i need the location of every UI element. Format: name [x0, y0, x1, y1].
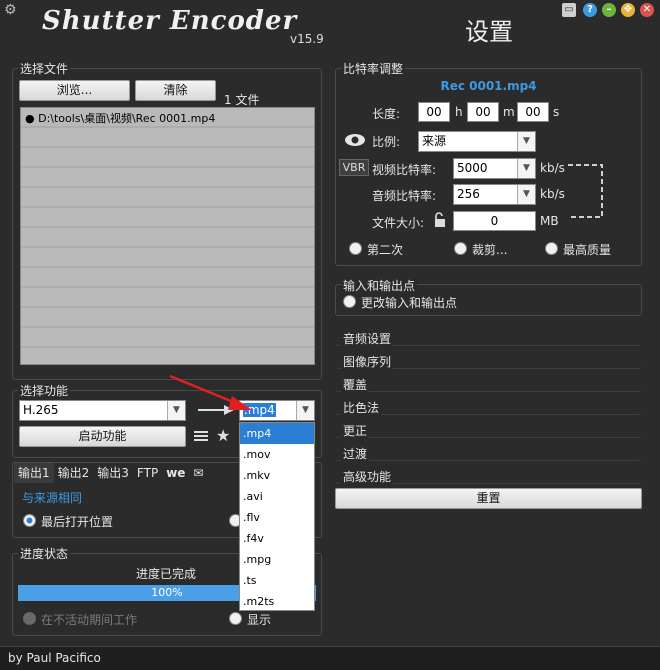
work-when-idle-label: 在不活动期间工作 [41, 613, 138, 627]
seconds-field[interactable]: 00 [517, 102, 549, 122]
dropdown-option[interactable]: .flv [240, 507, 314, 528]
video-bitrate-select[interactable]: 5000 ▼ [453, 158, 536, 179]
browse-button[interactable]: 浏览... [19, 80, 130, 101]
progress-panel-title: 进度状态 [18, 545, 71, 562]
last-open-location-label: 最后打开位置 [41, 515, 114, 529]
section-advanced[interactable]: 高级功能 [335, 468, 642, 485]
dropdown-option[interactable]: .mpg [240, 549, 314, 570]
hours-field[interactable]: 00 [418, 102, 450, 122]
section-correction[interactable]: 更正 [335, 422, 642, 439]
second-pass-radio[interactable] [349, 242, 362, 255]
seconds-unit: s [553, 105, 560, 119]
crop-radio[interactable] [454, 242, 467, 255]
section-image-sequence[interactable]: 图像序列 [335, 353, 642, 370]
last-open-location-radio[interactable] [23, 514, 36, 527]
audio-bitrate-label: 音频比特率: [372, 189, 437, 203]
progress-status: 进度已完成 [136, 567, 197, 581]
file-list[interactable]: ● D:\tools\桌面\视频\Rec 0001.mp4 [20, 107, 315, 365]
file-count: 1 文件 [224, 93, 260, 107]
section-audio-settings[interactable]: 音频设置 [335, 330, 642, 347]
function-panel-title: 选择功能 [18, 382, 71, 399]
chevron-down-icon: ▼ [517, 132, 535, 151]
dropdown-option[interactable]: .m2ts [240, 591, 314, 612]
show-label: 显示 [247, 613, 272, 627]
dropdown-option[interactable]: .mkv [240, 465, 314, 486]
show-radio[interactable] [229, 612, 242, 625]
dropdown-option[interactable]: .ts [240, 570, 314, 591]
tab-ftp[interactable]: FTP [133, 463, 162, 483]
footer-credit: by Paul Pacifico [8, 651, 101, 665]
menu-icon[interactable] [193, 428, 209, 444]
mail-icon[interactable]: ✉ [189, 463, 207, 483]
start-function-button[interactable]: 启动功能 [19, 426, 186, 447]
wetransfer-icon[interactable]: we [162, 463, 189, 483]
dropdown-option[interactable]: .f4v [240, 528, 314, 549]
file-panel-title: 选择文件 [18, 60, 71, 77]
reset-button[interactable]: 重置 [335, 488, 642, 509]
length-label: 长度: [372, 107, 401, 121]
minutes-unit: m [503, 105, 515, 119]
best-quality-radio[interactable] [545, 242, 558, 255]
file-list-item[interactable]: ● D:\tools\桌面\视频\Rec 0001.mp4 [25, 110, 215, 126]
change-io-label: 更改输入和输出点 [361, 296, 458, 310]
second-pass-label: 第二次 [367, 243, 404, 257]
close-icon[interactable]: ✕ [640, 3, 654, 17]
bitrate-link-bracket [566, 163, 606, 221]
bitrate-filename: Rec 0001.mp4 [440, 79, 537, 93]
work-when-idle-radio[interactable] [23, 612, 36, 625]
chevron-down-icon: ▼ [296, 401, 314, 420]
filesize-field[interactable]: 0 [453, 211, 536, 231]
dropdown-option[interactable]: .avi [240, 486, 314, 507]
dropdown-option[interactable]: .mov [240, 444, 314, 465]
eye-icon[interactable] [344, 133, 366, 147]
section-overlay[interactable]: 覆盖 [335, 376, 642, 393]
change-io-radio[interactable] [343, 295, 356, 308]
chevron-down-icon: ▼ [517, 185, 535, 204]
crop-label: 裁剪... [472, 243, 508, 257]
star-icon[interactable]: ★ [216, 426, 230, 445]
minimize-icon[interactable]: – [602, 3, 616, 17]
audio-bitrate-select[interactable]: 256 ▼ [453, 184, 536, 205]
hours-unit: h [455, 105, 463, 119]
section-colorimetry[interactable]: 比色法 [335, 399, 642, 416]
codec-select[interactable]: H.265 ▼ [19, 400, 186, 421]
container-dropdown: .mp4 .mov .mkv .avi .flv .f4v .mpg .ts .… [239, 422, 315, 611]
dropdown-option[interactable]: .mp4 [240, 423, 314, 444]
same-as-source-link[interactable]: 与来源相同 [22, 489, 82, 506]
tab-output2[interactable]: 输出2 [54, 463, 94, 483]
bitrate-panel-title: 比特率调整 [341, 60, 406, 77]
clear-button[interactable]: 清除 [135, 80, 216, 101]
video-bitrate-label: 视频比特率: [372, 163, 437, 177]
settings-title: 设置 [465, 18, 513, 46]
ratio-label: 比例: [372, 135, 401, 149]
audio-bitrate-unit: kb/s [540, 187, 565, 201]
annotation-arrow-icon [166, 372, 256, 414]
maximize-icon[interactable]: ✥ [621, 3, 635, 17]
vbr-button[interactable]: VBR [339, 159, 369, 176]
app-title: Shutter Encoder [42, 6, 298, 36]
help-icon[interactable]: ? [583, 3, 597, 17]
section-transitions[interactable]: 过渡 [335, 445, 642, 462]
best-quality-label: 最高质量 [563, 243, 612, 257]
bullet-icon: ● [25, 112, 35, 125]
unlock-icon[interactable] [433, 212, 447, 228]
minutes-field[interactable]: 00 [467, 102, 499, 122]
app-version: v15.9 [290, 32, 324, 46]
chevron-down-icon: ▼ [517, 159, 535, 178]
video-bitrate-unit: kb/s [540, 161, 565, 175]
output-tabs: 输出1 输出2 输出3 FTP we ✉ [14, 463, 207, 483]
io-panel-title: 输入和输出点 [341, 277, 418, 294]
gear-icon[interactable]: ⚙ [4, 3, 18, 17]
tab-output1[interactable]: 输出1 [14, 463, 54, 483]
filesize-label: 文件大小: [372, 216, 425, 230]
filesize-unit: MB [540, 214, 559, 228]
restore-icon[interactable]: ▭ [562, 3, 576, 17]
tab-output3[interactable]: 输出3 [93, 463, 133, 483]
ratio-select[interactable]: 来源 ▼ [418, 131, 536, 152]
